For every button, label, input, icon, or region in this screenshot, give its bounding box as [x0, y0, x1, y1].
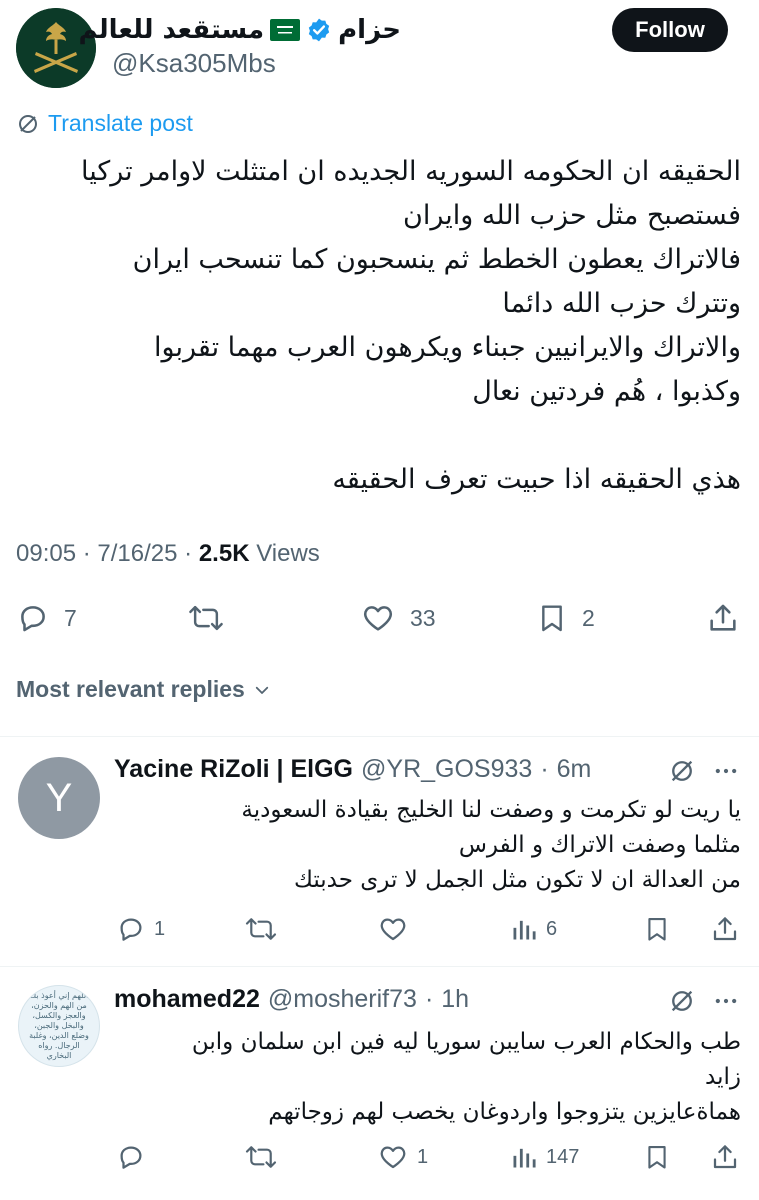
reply-count: 1	[154, 917, 166, 940]
grok-icon[interactable]	[668, 987, 696, 1015]
translate-label: Translate post	[48, 110, 193, 136]
share-icon[interactable]	[710, 913, 740, 945]
globe-slash-icon	[16, 112, 40, 136]
reply-header: Yacine RiZoli | ElGG @YR_GOS933 · 6m	[114, 755, 591, 784]
author-name-line[interactable]: حزام مستقعد للعالم	[79, 10, 401, 50]
post-action-bar: 7 33 2	[0, 596, 759, 640]
translate-post-link[interactable]: Translate post	[16, 110, 193, 137]
verified-badge-icon	[306, 17, 332, 43]
meta-separator: ·	[424, 985, 434, 1013]
heart-icon	[377, 914, 409, 944]
heart-icon	[360, 601, 396, 635]
repost-button[interactable]	[244, 911, 278, 947]
bookmark-icon	[536, 601, 568, 635]
bookmark-icon[interactable]	[643, 913, 671, 945]
analytics-icon	[510, 914, 538, 944]
reply-header: mohamed22 @mosherif73 · 1h	[114, 985, 469, 1014]
reply-icon	[116, 914, 146, 944]
follow-button[interactable]: Follow	[612, 8, 728, 52]
reply-count: 7	[64, 604, 77, 631]
repost-button[interactable]	[244, 1139, 278, 1175]
reply-time[interactable]: 6m	[557, 755, 592, 784]
views-count: 6	[546, 917, 558, 940]
reply-avatar[interactable]: اللهم إني أعوذ بك من الهم والحزن، والعجز…	[18, 985, 100, 1067]
more-options-icon[interactable]	[712, 987, 740, 1015]
author-name: مستقعد للعالم	[78, 15, 265, 45]
reply-author-handle[interactable]: @mosherif73	[268, 985, 417, 1014]
reply-button[interactable]: 1	[116, 911, 165, 947]
author-name-prefix: حزام	[338, 15, 401, 45]
meta-separator: ·	[184, 540, 199, 567]
like-count: 1	[417, 1145, 429, 1168]
avatar-letter: Y	[45, 775, 73, 820]
share-icon[interactable]	[710, 1141, 740, 1173]
views-label: Views	[256, 540, 320, 567]
reply-author-name[interactable]: Yacine RiZoli | ElGG	[114, 755, 353, 784]
bookmark-icon[interactable]	[643, 1141, 671, 1173]
bookmark-button[interactable]: 2	[536, 596, 595, 640]
post-meta: 09:05 · 7/16/25 · 2.5K Views	[16, 540, 320, 568]
avatar-text: اللهم إني أعوذ بك من الهم والحزن، والعجز…	[29, 991, 89, 1060]
repost-icon	[244, 914, 278, 944]
post-date[interactable]: 7/16/25	[97, 540, 177, 567]
bookmark-count: 2	[582, 604, 595, 631]
reply-sort-label: Most relevant replies	[16, 676, 245, 702]
post-time[interactable]: 09:05	[16, 540, 76, 567]
post-text: الحقيقه ان الحكومه السوريه الجديده ان ام…	[81, 156, 741, 495]
meta-separator: ·	[82, 540, 98, 567]
reply-sort-dropdown[interactable]: Most relevant replies	[16, 676, 271, 703]
views-count: 147	[546, 1145, 580, 1168]
repost-icon	[244, 1142, 278, 1172]
reply-author-handle[interactable]: @YR_GOS933	[361, 755, 532, 784]
author-handle[interactable]: @Ksa305Mbs	[112, 48, 276, 79]
share-icon	[706, 601, 740, 635]
views-count: 2.5K	[198, 540, 250, 567]
reply-item[interactable]: اللهم إني أعوذ بك من الهم والحزن، والعجز…	[0, 967, 759, 1200]
like-button[interactable]: 33	[360, 596, 436, 640]
reply-avatar[interactable]: Y	[18, 757, 100, 839]
reply-button[interactable]: 7	[16, 596, 77, 640]
views-button[interactable]: 147	[510, 1139, 579, 1175]
analytics-icon	[510, 1142, 538, 1172]
more-options-icon[interactable]	[712, 757, 740, 785]
repost-icon	[187, 601, 225, 635]
reply-text: طب والحكام العرب سايبن سوريا ليه فين ابن…	[191, 1029, 741, 1125]
reply-author-name[interactable]: mohamed22	[114, 985, 260, 1014]
reply-icon	[116, 1142, 146, 1172]
reply-button[interactable]	[116, 1139, 154, 1175]
reply-time[interactable]: 1h	[441, 985, 469, 1014]
repost-button[interactable]	[187, 596, 225, 640]
reply-item[interactable]: Y Yacine RiZoli | ElGG @YR_GOS933 · 6m ي…	[0, 737, 759, 965]
grok-icon[interactable]	[668, 757, 696, 785]
reply-icon	[16, 601, 50, 635]
like-button[interactable]: 1	[377, 1139, 428, 1175]
meta-separator: ·	[540, 755, 549, 783]
reply-text: يا ريت لو تكرمت و وصفت لنا الخليج بقيادة…	[241, 797, 741, 893]
views-button[interactable]: 6	[510, 911, 557, 947]
heart-icon	[377, 1142, 409, 1172]
chevron-down-icon	[253, 681, 271, 699]
saudi-flag-icon	[270, 19, 301, 41]
like-button[interactable]	[377, 911, 417, 947]
share-button[interactable]	[706, 596, 740, 640]
like-count: 33	[410, 604, 436, 631]
